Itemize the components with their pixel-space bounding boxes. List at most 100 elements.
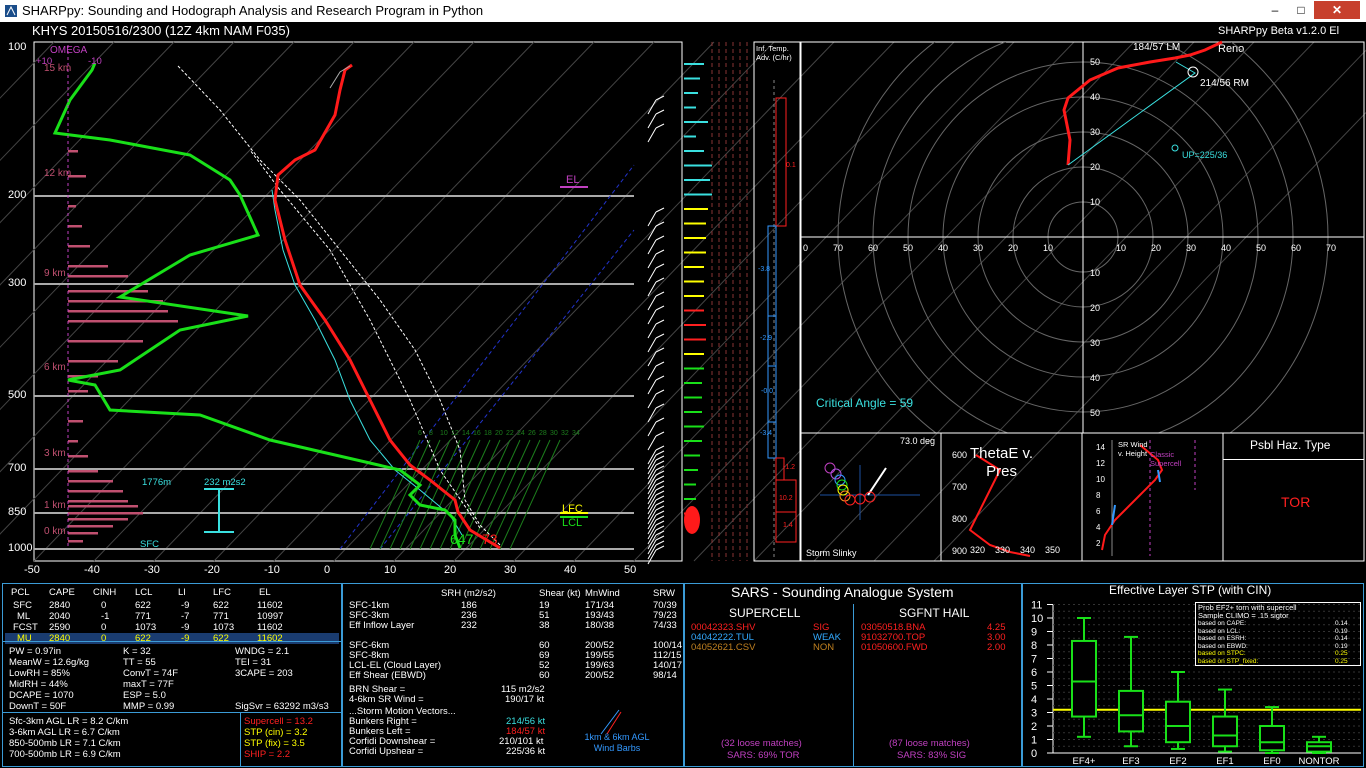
kin-cell: 38 — [539, 620, 550, 631]
index-value: MidRH = 44% — [9, 679, 68, 690]
wetbulb-label: 12 — [451, 430, 459, 437]
hodo-ring-label: 30 — [1090, 127, 1101, 137]
adv-value: -1.2 — [783, 464, 796, 471]
parcel-cell: -9 — [181, 622, 190, 633]
height-label: 3 km — [44, 448, 66, 459]
haz-value: TOR — [1281, 494, 1311, 510]
index-value: TEI = 31 — [235, 657, 272, 668]
temp-label: -10 — [264, 564, 280, 576]
kin-cell: Eff Inflow Layer — [349, 620, 415, 631]
hodo-x-label: 60 — [1291, 243, 1302, 253]
pressure-label-300: 300 — [8, 277, 27, 289]
lapse-rate: 3-6km AGL LR = 6.7 C/km — [9, 727, 120, 738]
hodo-x-label: 60 — [868, 243, 879, 253]
stp-legend-sub: Sample CLIMO = .15 sigtor — [1198, 611, 1289, 620]
parcel-cell: 622 — [213, 633, 229, 644]
parcel-cell: ML — [17, 611, 31, 622]
lapse-rate: 700-500mb LR = 6.9 C/km — [9, 749, 121, 760]
wetbulb-label: 28 — [539, 430, 547, 437]
index-value: SigSvr = 63292 m3/s3 — [235, 701, 329, 712]
sc-result: SARS: 69% TOR — [727, 750, 800, 761]
kin-header: SRH (m2/s2) — [441, 588, 496, 599]
index-value: MMP = 0.99 — [123, 701, 175, 712]
sfc-dewpoint-label: 647 — [450, 531, 474, 547]
parcel-cell: 0 — [101, 633, 107, 644]
stp-box — [1071, 639, 1097, 718]
pressure-label-850: 850 — [8, 506, 27, 518]
composite-index: STP (cin) = 3.2 — [244, 727, 308, 738]
index-value: ESP = 5.0 — [123, 690, 166, 701]
stp-y-label: 3 — [1031, 708, 1037, 720]
srwind-h-label: 12 — [1096, 459, 1105, 468]
lcl-label: LCL — [562, 517, 583, 529]
thetae-t-label: 350 — [1045, 545, 1061, 555]
slinky-angle: 73.0 deg — [900, 436, 936, 446]
temp-label: 10 — [384, 564, 397, 576]
adv-value: 1.4 — [783, 522, 793, 529]
slinky-vector — [867, 467, 887, 496]
index-value: WNDG = 2.1 — [235, 646, 290, 657]
stp-y-label: 10 — [1031, 613, 1043, 625]
wetbulb-label: 24 — [517, 430, 525, 437]
hodo-x-label: 70 — [1326, 243, 1337, 253]
hodograph-trace — [1062, 40, 1223, 166]
slinky-label: Storm Slinky — [806, 548, 857, 558]
pressure-label-100: 100 — [8, 41, 27, 53]
up-marker — [1171, 144, 1179, 152]
wetbulb-label: 22 — [506, 430, 514, 437]
corfidi-up-label: Corfidi Upshear = — [349, 746, 424, 757]
stp-legend-val: 0.25 — [1335, 657, 1348, 665]
parcel-cell: 771 — [135, 611, 151, 622]
stp-x-label: EF3 — [1122, 756, 1139, 766]
pressure-label-500: 500 — [8, 389, 27, 401]
parcel-cell: FCST — [13, 622, 38, 633]
kin-header: SRW — [653, 588, 675, 599]
hodo-ring-label: 50 — [1090, 408, 1101, 418]
wetbulb-label: 34 — [572, 430, 580, 437]
adv-value: -3.8 — [758, 266, 771, 273]
hodo-ring-label: 10 — [1090, 268, 1101, 278]
hodo-x-label: 40 — [938, 243, 949, 253]
index-value: PW = 0.97in — [9, 646, 62, 657]
index-value: TT = 55 — [123, 657, 156, 668]
parcel-cell: 622 — [135, 633, 151, 644]
parcel-header: CAPE — [49, 587, 75, 598]
thetae-p-label: 900 — [952, 546, 968, 556]
stp-box — [1259, 725, 1285, 752]
adv-value: -3.4 — [760, 430, 773, 437]
adv-value: 10.2 — [779, 495, 793, 502]
parcel-cell: -9 — [181, 600, 190, 611]
sars-title: SARS - Sounding Analogue System — [731, 584, 954, 600]
stp-x-label: NONTOR — [1299, 756, 1340, 766]
stp-panel: Effective Layer STP (with CIN) 11 10 9 8 7 6 5… — [1022, 583, 1364, 767]
temp-label: 40 — [564, 564, 577, 576]
parcel-header: LI — [178, 587, 186, 598]
hodo-x-label: 70 — [833, 243, 844, 253]
stp-y-label: 6 — [1031, 667, 1037, 679]
parcel-header: PCL — [11, 587, 30, 598]
hodo-x-label: 50 — [1256, 243, 1267, 253]
parcel-cell: 11602 — [257, 600, 283, 611]
bottom-panels: PCL CAPE CINH LCL LI LFC EL SFC 2840 0 622 -9 622 116… — [0, 581, 1366, 768]
stp-x-label: EF0 — [1263, 756, 1280, 766]
wetbulb-label: 16 — [473, 430, 481, 437]
index-value: ConvT = 74F — [123, 668, 179, 679]
stp-y-label: 1 — [1031, 735, 1037, 747]
parcel-cell: MU — [17, 633, 32, 644]
stp-y-label: 0 — [1031, 748, 1037, 760]
kin-cell: 232 — [461, 620, 477, 631]
lapse-rate: 850-500mb LR = 7.1 C/km — [9, 738, 121, 749]
eff-height-label: 1776m — [142, 477, 172, 488]
hodo-x-label: 50 — [903, 243, 914, 253]
parcel-header: LCL — [135, 587, 153, 598]
adv-value: -0.0 — [761, 388, 774, 395]
lm-label: 184/57 LM — [1133, 42, 1181, 53]
stp-y-label: 9 — [1031, 627, 1037, 639]
pressure-label-200: 200 — [8, 189, 27, 201]
thetae-title: ThetaE v. Pres — [970, 445, 1034, 480]
hodo-x-label: 30 — [973, 243, 984, 253]
pressure-label-1000: 1000 — [8, 542, 33, 554]
sounding-display[interactable] — [0, 0, 1366, 581]
wetbulb-label: 20 — [495, 430, 503, 437]
thermo-panel: PCL CAPE CINH LCL LI LFC EL SFC 2840 0 622 -9 622 116… — [2, 583, 342, 767]
